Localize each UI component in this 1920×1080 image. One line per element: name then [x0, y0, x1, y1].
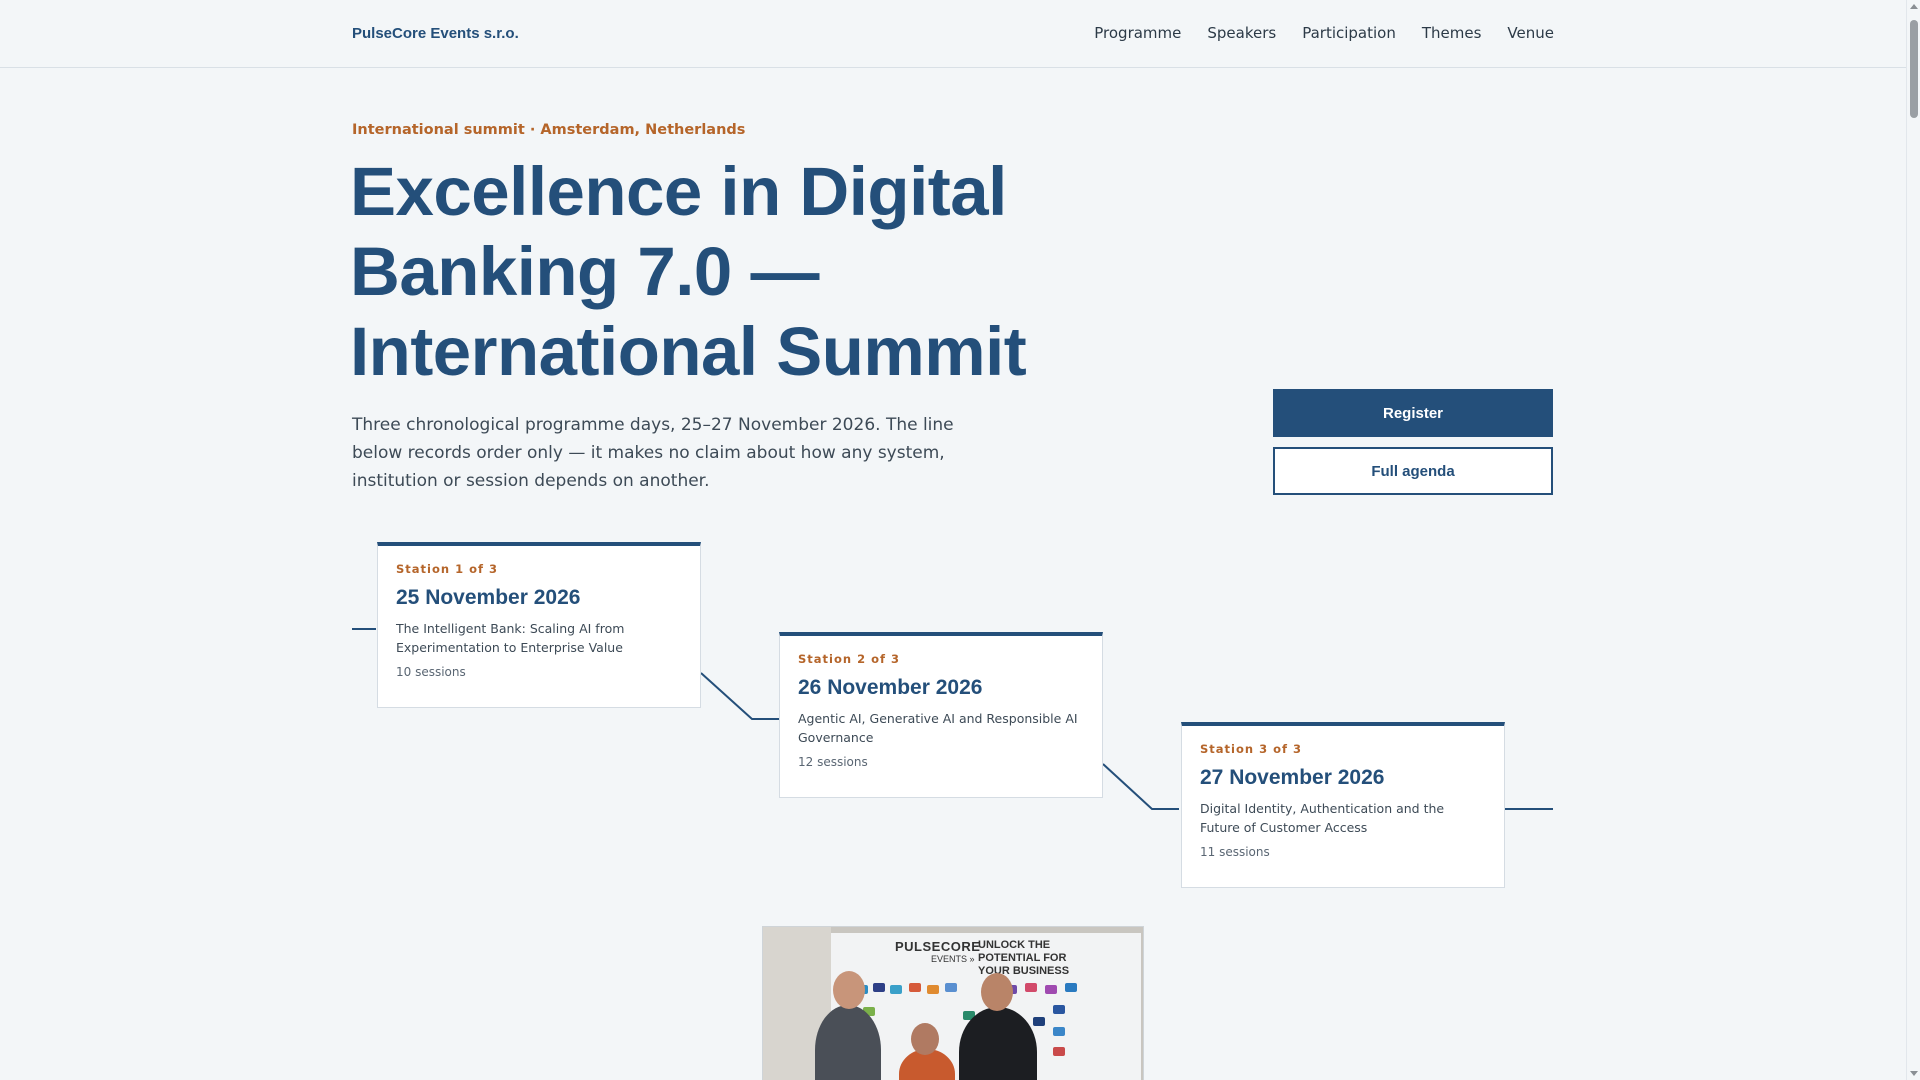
station-kicker: Station 1 of 3	[396, 562, 498, 576]
sponsor-logo-icon	[1025, 983, 1037, 992]
hero-lead-text: Three chronological programme days, 25–2…	[352, 415, 954, 491]
person-middle-head	[911, 1023, 939, 1055]
person-left-head	[833, 971, 865, 1009]
station-session-count: 10 sessions	[396, 665, 466, 679]
station-theme: Digital Identity, Authentication and the…	[1200, 801, 1445, 835]
station-session-count: 12 sessions	[798, 755, 868, 769]
nav-link-participation[interactable]: Participation	[1302, 24, 1396, 42]
scroll-thumb[interactable]	[1910, 20, 1918, 118]
station-date: 25 November 2026	[396, 586, 581, 609]
top-navigation-bar: PulseCore Events s.r.o. Programme Speake…	[0, 0, 1906, 68]
sponsor-logo-icon	[945, 983, 957, 992]
timeline-station-3[interactable]: Station 3 of 3 27 November 2026 Digital …	[1181, 722, 1505, 888]
sponsor-logo-icon	[927, 985, 939, 994]
sponsor-logo-icon	[873, 983, 885, 992]
sponsor-logo-icon	[1065, 983, 1077, 992]
timeline-station-1[interactable]: Station 1 of 3 25 November 2026 The Inte…	[377, 542, 701, 708]
sponsor-logo-icon	[1053, 1047, 1065, 1056]
sponsor-logo-icon	[1045, 985, 1057, 994]
station-kicker: Station 2 of 3	[798, 652, 900, 666]
nav-link-speakers[interactable]: Speakers	[1207, 24, 1276, 42]
event-photo: PULSECORE EVENTS » UNLOCK THE POTENTIAL …	[762, 926, 1144, 1080]
sponsor-logo-icon	[1053, 1027, 1065, 1036]
full-agenda-button[interactable]: Full agenda	[1273, 447, 1553, 495]
station-date: 26 November 2026	[798, 676, 983, 699]
station-date: 27 November 2026	[1200, 766, 1385, 789]
hero-eyebrow: International summit · Amsterdam, Nether…	[352, 122, 746, 138]
scroll-up-arrow-icon[interactable]	[1910, 4, 1918, 9]
person-right-head	[981, 973, 1013, 1011]
scroll-down-arrow-icon[interactable]	[1910, 1071, 1918, 1076]
page-scrollbar[interactable]	[1906, 0, 1920, 1080]
sponsor-logo-icon	[890, 985, 902, 994]
station-theme: The Intelligent Bank: Scaling AI from Ex…	[396, 621, 625, 655]
main-nav: Programme Speakers Participation Themes …	[1094, 24, 1554, 42]
photo-banner-brand: PULSECORE	[895, 939, 981, 954]
register-button[interactable]: Register	[1273, 389, 1553, 437]
photo-banner-sub: EVENTS »	[931, 954, 975, 964]
sponsor-logo-icon	[909, 983, 921, 992]
sponsor-logo-icon	[1033, 1017, 1045, 1026]
station-theme: Agentic AI, Generative AI and Responsibl…	[798, 711, 1078, 745]
nav-link-venue[interactable]: Venue	[1507, 24, 1554, 42]
nav-link-programme[interactable]: Programme	[1094, 24, 1181, 42]
brand-logo-link[interactable]: PulseCore Events s.r.o.	[352, 25, 519, 42]
timeline-station-2[interactable]: Station 2 of 3 26 November 2026 Agentic …	[779, 632, 1103, 798]
sponsor-logo-icon	[1053, 1005, 1065, 1014]
nav-link-themes[interactable]: Themes	[1422, 24, 1482, 42]
page-title: Excellence in Digital Banking 7.0 — Inte…	[350, 153, 1027, 390]
station-kicker: Station 3 of 3	[1200, 742, 1302, 756]
station-session-count: 11 sessions	[1200, 845, 1270, 859]
